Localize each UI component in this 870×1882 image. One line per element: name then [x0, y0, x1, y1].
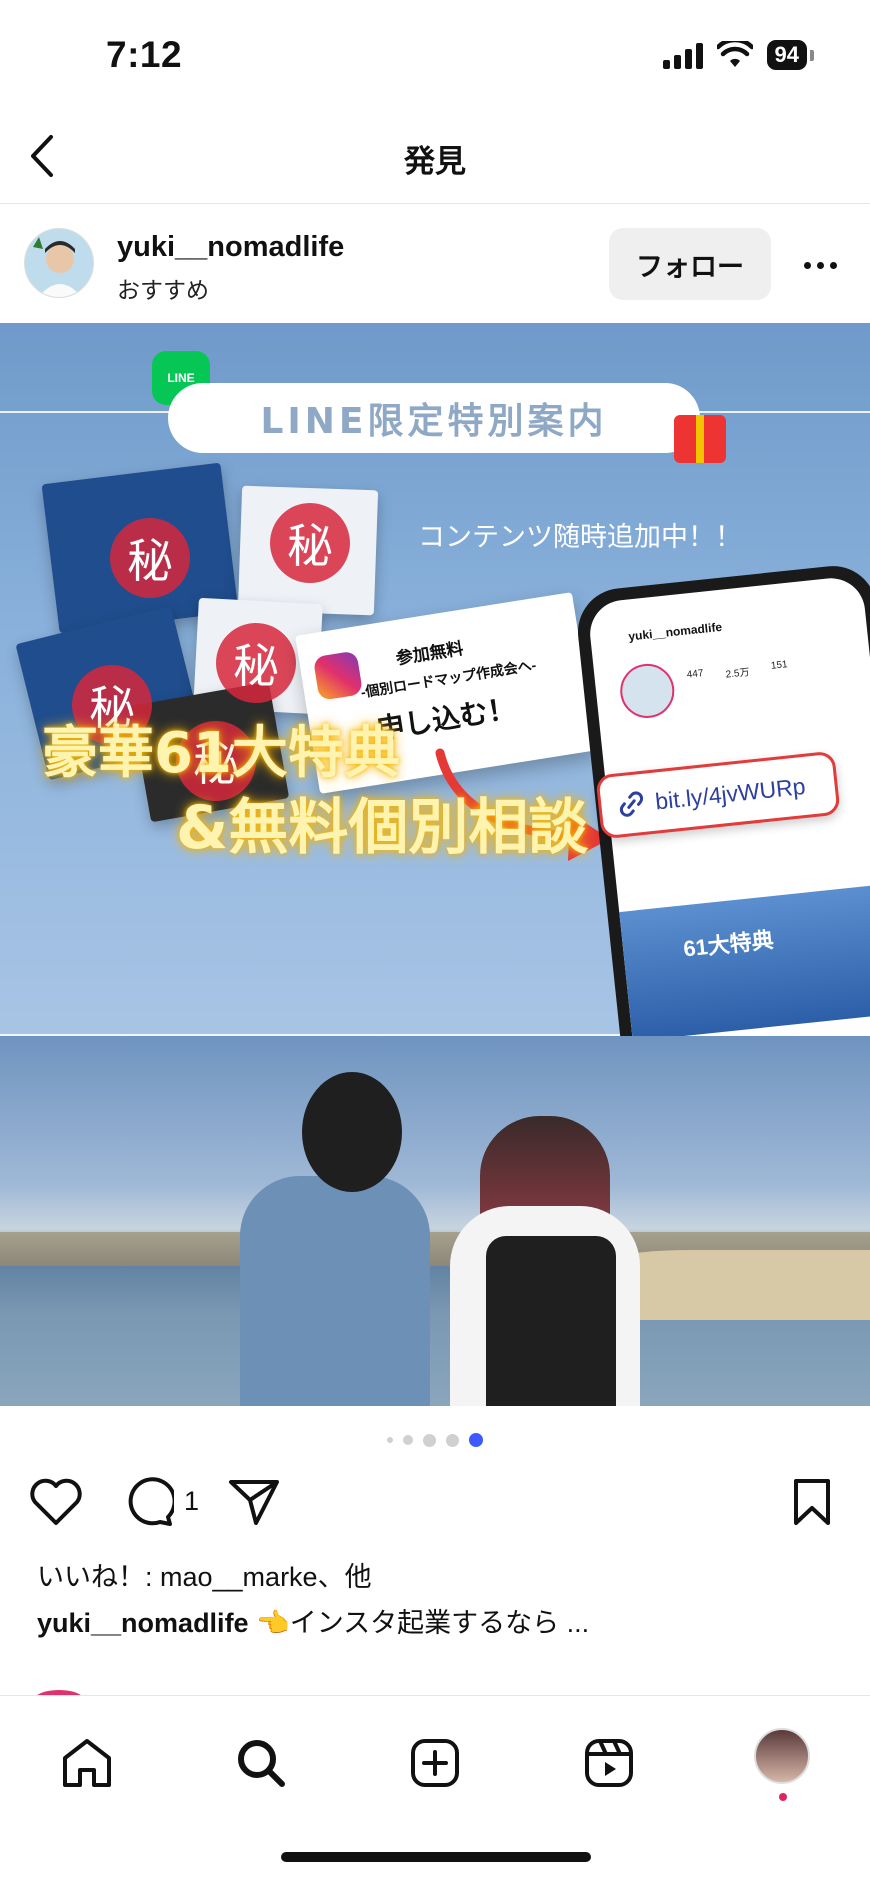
- person-vest: [486, 1236, 616, 1406]
- secret-stamp: 秘: [110, 518, 190, 598]
- secret-stamp: 秘: [270, 503, 350, 583]
- image-banner-text: LINE限定特別案内: [168, 383, 700, 453]
- person-figure: [240, 1176, 430, 1406]
- phone-stats: 447 2.5万 151: [686, 659, 789, 681]
- carousel-dot: [403, 1435, 413, 1445]
- share-button[interactable]: [226, 1476, 282, 1528]
- battery-level: 94: [766, 40, 807, 70]
- instagram-icon: [312, 650, 364, 701]
- carousel-dot: [423, 1433, 436, 1447]
- save-button[interactable]: [786, 1476, 838, 1528]
- send-icon: [229, 1480, 279, 1525]
- create-icon: [411, 1739, 459, 1787]
- tab-search[interactable]: [226, 1728, 296, 1798]
- caption-username[interactable]: yuki__nomadlife: [37, 1608, 249, 1638]
- nav-bar: 発見: [0, 110, 870, 204]
- post-image[interactable]: LINE LINE限定特別案内 コンテンツ随時追加中！！ 秘 秘 秘 秘 秘 参…: [0, 323, 870, 1406]
- carousel-dot-active: [469, 1433, 483, 1447]
- heart-icon: [30, 1478, 82, 1525]
- phone-banner: 61大特典: [619, 883, 870, 1042]
- post-subtitle: おすすめ: [117, 277, 209, 303]
- reels-icon: [585, 1739, 633, 1787]
- link-text: bit.ly/4jvWURp: [653, 772, 807, 815]
- notification-dot: [779, 1793, 787, 1801]
- comment-count: 1: [184, 1486, 200, 1516]
- follow-button[interactable]: フォロー: [609, 228, 771, 300]
- phone-avatar: [617, 661, 677, 721]
- cellular-signal-icon: [662, 41, 703, 69]
- likes-text[interactable]: いいね！: mao__marke、他: [37, 1555, 372, 1594]
- home-indicator: [281, 1852, 591, 1862]
- phone-username: yuki__nomadlife: [627, 619, 723, 644]
- avatar[interactable]: [24, 228, 94, 298]
- couple-photo: [0, 1036, 870, 1406]
- apply-free-text: 参加無料: [394, 638, 465, 669]
- search-icon: [238, 1740, 285, 1787]
- status-time: 7:12: [106, 34, 183, 75]
- tab-profile-avatar[interactable]: [754, 1728, 810, 1784]
- phone-banner-text: 61大特典: [682, 927, 775, 962]
- battery-icon: 94: [766, 40, 814, 70]
- status-bar: 7:12 94: [0, 0, 870, 110]
- tab-reels[interactable]: [574, 1728, 644, 1798]
- like-button[interactable]: [28, 1476, 84, 1528]
- comment-icon: [128, 1477, 174, 1526]
- post-username[interactable]: yuki__nomadlife: [117, 231, 344, 264]
- home-icon: [63, 1739, 111, 1787]
- bookmark-icon: [794, 1479, 830, 1525]
- tab-create[interactable]: [400, 1728, 470, 1798]
- avatar-image: [25, 229, 93, 297]
- image-contents-text: コンテンツ随時追加中！！: [418, 522, 742, 553]
- more-options-icon[interactable]: [795, 245, 845, 285]
- gold-headline-1: 豪華61大特典: [42, 721, 400, 786]
- secret-stamp: 秘: [216, 623, 296, 703]
- link-icon: [619, 791, 644, 817]
- action-bar: 1: [0, 1468, 870, 1534]
- caption[interactable]: yuki__nomadlife 👈インスタ起業するなら ...: [37, 1601, 589, 1640]
- wifi-icon: [716, 41, 753, 67]
- person-head: [302, 1072, 402, 1192]
- gold-headline-2: &無料個別相談: [176, 793, 589, 863]
- carousel-dot: [446, 1433, 459, 1447]
- carousel-indicator: [0, 1433, 870, 1447]
- caption-text: 👈インスタ起業するなら ...: [248, 1608, 590, 1638]
- comment-button[interactable]: [120, 1476, 176, 1528]
- carousel-dot: [387, 1437, 393, 1443]
- tab-home[interactable]: [52, 1728, 122, 1798]
- gift-icon: [674, 415, 726, 463]
- post-header: yuki__nomadlife おすすめ フォロー: [0, 205, 870, 323]
- page-title: 発見: [404, 144, 466, 179]
- status-icons: 94: [662, 40, 814, 70]
